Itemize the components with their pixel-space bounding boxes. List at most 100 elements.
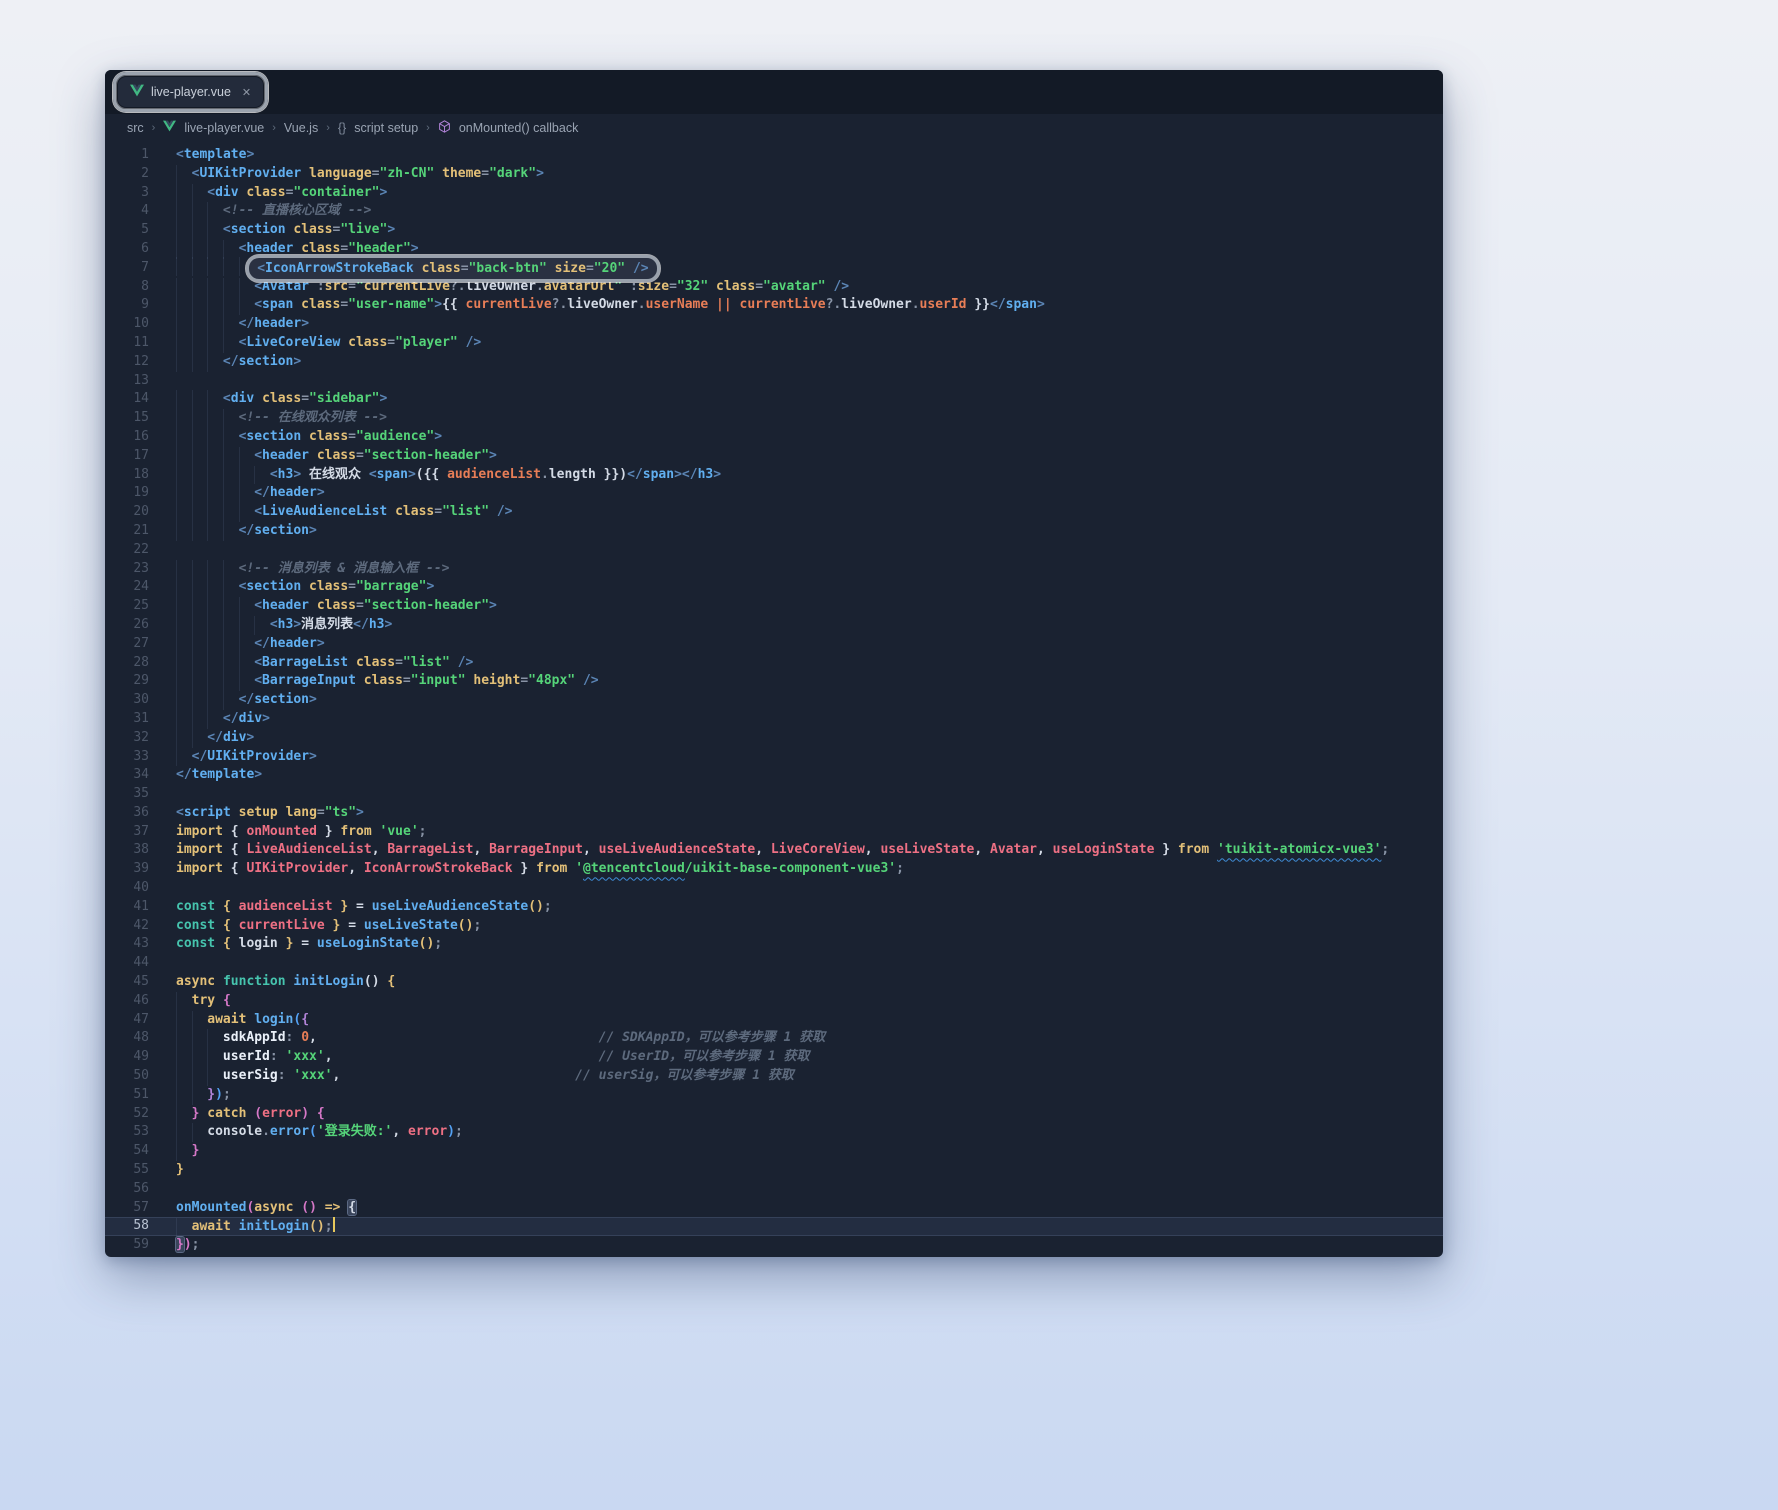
tab-live-player[interactable]: live-player.vue ✕ — [118, 77, 263, 107]
code-token: , — [372, 842, 388, 857]
code-token: useLoginState — [317, 936, 419, 951]
code-line[interactable]: 2 <UIKitProvider language="zh-CN" theme=… — [105, 165, 1443, 184]
code-token: class — [301, 297, 340, 312]
code-line[interactable]: 39import { UIKitProvider, IconArrowStrok… — [105, 860, 1443, 879]
code-line[interactable]: 20 <LiveAudienceList class="list" /> — [105, 503, 1443, 522]
code-line[interactable]: 58 await initLogin(); — [105, 1217, 1443, 1236]
code-line[interactable]: 11 <LiveCoreView class="player" /> — [105, 334, 1443, 353]
code-line[interactable]: 50 userSig: 'xxx', // userSig，可以参考步骤 1 获… — [105, 1067, 1443, 1086]
code-token: "list" — [442, 504, 489, 519]
code-line[interactable]: 33 </UIKitProvider> — [105, 748, 1443, 767]
code-line[interactable]: 48 sdkAppId: 0, // SDKAppID，可以参考步骤 1 获取 — [105, 1029, 1443, 1048]
code-line[interactable]: 44 — [105, 954, 1443, 973]
code-line[interactable]: 23 <!-- 消息列表 & 消息输入框 --> — [105, 560, 1443, 579]
code-line[interactable]: 22 — [105, 541, 1443, 560]
code-line[interactable]: 56 — [105, 1180, 1443, 1199]
code-line[interactable]: 57onMounted(async () => { — [105, 1199, 1443, 1218]
line-number: 50 — [105, 1067, 149, 1086]
code-line[interactable]: 42const { currentLive } = useLiveState()… — [105, 917, 1443, 936]
code-line[interactable]: 41const { audienceList } = useLiveAudien… — [105, 898, 1443, 917]
code-token: BarrageList — [262, 655, 348, 670]
code-line[interactable]: 28 <BarrageList class="list" /> — [105, 654, 1443, 673]
code-line[interactable]: 52 } catch (error) { — [105, 1105, 1443, 1124]
code-line[interactable]: 49 userId: 'xxx', // UserID，可以参考步骤 1 获取 — [105, 1048, 1443, 1067]
breadcrumb-framework[interactable]: Vue.js — [284, 121, 318, 135]
code-line[interactable]: 38import { LiveAudienceList, BarrageList… — [105, 841, 1443, 860]
code-token: header — [262, 598, 309, 613]
code-line[interactable]: 31 </div> — [105, 710, 1443, 729]
code-line[interactable]: 43const { login } = useLoginState(); — [105, 935, 1443, 954]
code-token: { — [223, 861, 246, 876]
line-number: 58 — [105, 1217, 149, 1236]
code-token: currentLive — [466, 297, 552, 312]
code-line[interactable]: 5 <section class="live"> — [105, 221, 1443, 240]
code-line[interactable]: 7 <IconArrowStrokeBack class="back-btn" … — [105, 259, 1443, 278]
tab-close-icon[interactable]: ✕ — [242, 86, 251, 99]
code-line[interactable]: 59}); — [105, 1236, 1443, 1255]
code-token: theme — [442, 166, 481, 181]
code-line[interactable]: 35 — [105, 785, 1443, 804]
code-line[interactable]: 13 — [105, 372, 1443, 391]
code-line[interactable]: 16 <section class="audience"> — [105, 428, 1443, 447]
code-token — [340, 1068, 575, 1083]
code-line[interactable]: 55} — [105, 1161, 1443, 1180]
code-line[interactable]: 27 </header> — [105, 635, 1443, 654]
code-token — [301, 579, 309, 594]
code-line[interactable]: 30 </section> — [105, 691, 1443, 710]
code-line[interactable]: 26 <h3>消息列表</h3> — [105, 616, 1443, 635]
code-token: , — [325, 1049, 333, 1064]
breadcrumb-file[interactable]: live-player.vue — [184, 121, 264, 135]
code-line[interactable]: 46 try { — [105, 992, 1443, 1011]
code-token — [489, 504, 497, 519]
code-line[interactable]: 12 </section> — [105, 353, 1443, 372]
code-line[interactable]: 19 </header> — [105, 484, 1443, 503]
code-line[interactable]: 54 } — [105, 1142, 1443, 1161]
code-line[interactable]: 37import { onMounted } from 'vue'; — [105, 823, 1443, 842]
breadcrumb-src[interactable]: src — [127, 121, 144, 135]
breadcrumb-scope[interactable]: script setup — [354, 121, 418, 135]
code-token: "20" — [594, 261, 625, 276]
chevron-right-icon: › — [272, 122, 276, 134]
code-line[interactable]: 3 <div class="container"> — [105, 184, 1443, 203]
code-token — [231, 805, 239, 820]
code-token — [547, 261, 555, 276]
code-line[interactable]: 14 <div class="sidebar"> — [105, 390, 1443, 409]
code-token: , — [348, 861, 364, 876]
code-token: > — [293, 354, 301, 369]
code-line[interactable]: 10 </header> — [105, 315, 1443, 334]
code-line[interactable]: 29 <BarrageInput class="input" height="4… — [105, 672, 1443, 691]
code-line[interactable]: 17 <header class="section-header"> — [105, 447, 1443, 466]
code-token: 'xxx' — [293, 1068, 332, 1083]
code-line[interactable]: 9 <span class="user-name">{{ currentLive… — [105, 296, 1443, 315]
line-number: 24 — [105, 578, 149, 597]
code-token: class — [246, 185, 285, 200]
code-line[interactable]: 21 </section> — [105, 522, 1443, 541]
code-token: ) — [215, 1087, 223, 1102]
code-line[interactable]: 45async function initLogin() { — [105, 973, 1443, 992]
code-token: {{ — [424, 467, 447, 482]
code-line[interactable]: 34</template> — [105, 766, 1443, 785]
code-line[interactable]: 15 <!-- 在线观众列表 --> — [105, 409, 1443, 428]
code-line[interactable]: 51 }); — [105, 1086, 1443, 1105]
breadcrumb-symbol[interactable]: onMounted() callback — [459, 121, 579, 135]
code-token: ) — [184, 1237, 192, 1252]
code-token: ; — [192, 1237, 200, 1252]
code-area[interactable]: 1<template>2 <UIKitProvider language="zh… — [105, 141, 1443, 1255]
code-token: /> — [833, 279, 849, 294]
code-line[interactable]: 53 console.error('登录失败:', error); — [105, 1123, 1443, 1142]
code-line[interactable]: 18 <h3> 在线观众 <span>({{ audienceList.leng… — [105, 466, 1443, 485]
code-token: > — [489, 448, 497, 463]
code-line[interactable]: 1<template> — [105, 146, 1443, 165]
code-line[interactable]: 4 <!-- 直播核心区域 --> — [105, 202, 1443, 221]
code-line[interactable]: 24 <section class="barrage"> — [105, 578, 1443, 597]
code-token: initLogin — [293, 974, 363, 989]
code-line[interactable]: 36<script setup lang="ts"> — [105, 804, 1443, 823]
code-line[interactable]: 25 <header class="section-header"> — [105, 597, 1443, 616]
chevron-right-icon: › — [152, 122, 156, 134]
code-token — [708, 297, 716, 312]
code-line[interactable]: 40 — [105, 879, 1443, 898]
code-token — [215, 918, 223, 933]
code-token: audienceList — [239, 899, 333, 914]
code-line[interactable]: 32 </div> — [105, 729, 1443, 748]
code-line[interactable]: 47 await login({ — [105, 1011, 1443, 1030]
